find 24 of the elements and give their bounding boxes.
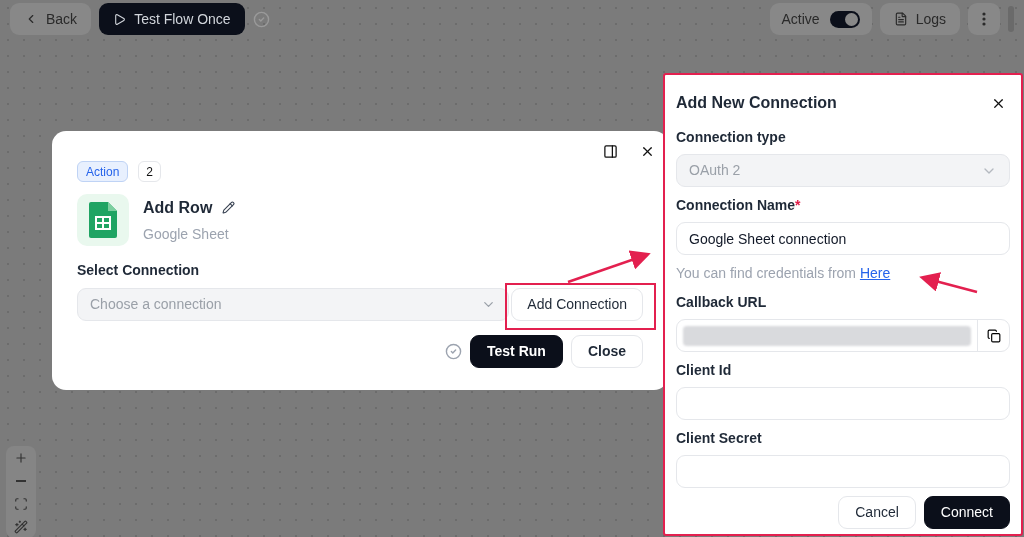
dialog-button[interactable]: Close bbox=[570, 335, 643, 368]
required-mark: * bbox=[795, 197, 801, 213]
add-connection-button[interactable]: Add Connection bbox=[511, 288, 643, 321]
field-label: Connection type bbox=[676, 128, 787, 147]
text-field[interactable]: Google Sheet connection bbox=[676, 222, 1010, 255]
step-title: Add Row bbox=[143, 197, 213, 218]
field-label: Client Id bbox=[676, 361, 733, 380]
select-label: Select Connection bbox=[77, 261, 200, 280]
logs-button[interactable]: Logs bbox=[879, 3, 960, 35]
count-badge: 2 bbox=[138, 161, 162, 182]
step-subtitle: Google Sheet bbox=[143, 224, 230, 244]
here-link[interactable]: Here bbox=[859, 265, 891, 281]
panel-title: Add New Connection bbox=[676, 93, 837, 113]
panel-button[interactable]: Cancel bbox=[838, 496, 916, 529]
field-label: Client Secret bbox=[676, 429, 763, 448]
panel-button[interactable]: Connect bbox=[923, 496, 1010, 529]
dialog-button[interactable]: Test Run bbox=[470, 335, 563, 368]
hint-text: You can find credentials from Here bbox=[676, 264, 891, 283]
back-button[interactable]: Back bbox=[10, 3, 92, 35]
active-label: Active bbox=[781, 9, 820, 29]
action-badge: Action bbox=[77, 161, 129, 182]
field-label: Callback URL bbox=[676, 293, 768, 312]
test-flow-button[interactable]: Test Flow Once bbox=[99, 3, 245, 35]
field-label: Connection Name* bbox=[676, 196, 802, 215]
